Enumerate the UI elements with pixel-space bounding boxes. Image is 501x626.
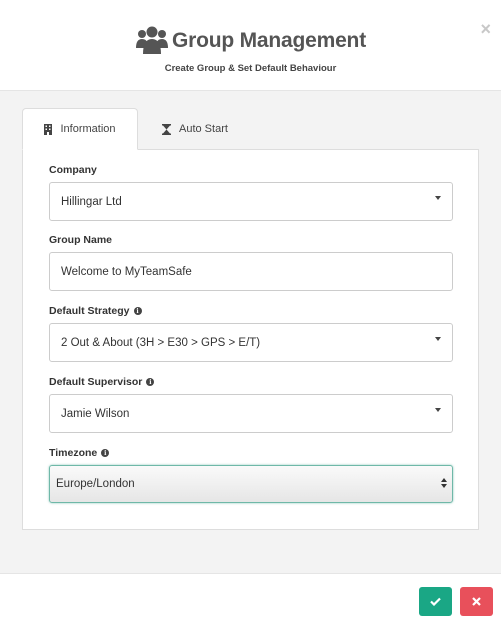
building-icon (44, 123, 53, 135)
company-select[interactable]: Hillingar Ltd (49, 182, 453, 221)
info-icon[interactable]: i (101, 449, 110, 457)
tab-bar: Information Auto Start (22, 108, 252, 150)
caret-down-icon (435, 196, 441, 200)
timezone-select[interactable]: Europe/London (49, 465, 453, 503)
group-name-value: Welcome to MyTeamSafe (61, 265, 192, 278)
cancel-button[interactable] (460, 587, 493, 616)
group-name-label: Group Name (49, 234, 113, 246)
title-row: Group Management (0, 24, 501, 58)
default-supervisor-select[interactable]: Jamie Wilson (49, 394, 453, 433)
tab-information-label: Information (60, 123, 116, 135)
page-title: Group Management (172, 29, 366, 52)
tab-auto-start[interactable]: Auto Start (138, 108, 252, 150)
up-down-arrows-icon (441, 478, 447, 488)
times-icon (472, 597, 481, 606)
timezone-label: Timezone i (49, 447, 110, 459)
tab-information[interactable]: Information (22, 108, 138, 150)
page-subtitle: Create Group & Set Default Behaviour (164, 63, 337, 74)
default-strategy-value: 2 Out & About (3H > E30 > GPS > E/T) (61, 336, 261, 349)
tab-auto-start-label: Auto Start (179, 123, 228, 135)
default-strategy-label: Default Strategy i (49, 305, 142, 317)
info-icon[interactable]: i (133, 307, 142, 315)
info-icon[interactable]: i (146, 378, 155, 386)
caret-down-icon (435, 408, 441, 412)
default-supervisor-value: Jamie Wilson (61, 407, 130, 420)
company-label: Company (49, 164, 97, 176)
caret-down-icon (435, 337, 441, 341)
modal-header: × Group Management Create Group & Set De… (0, 0, 501, 91)
users-icon (136, 26, 168, 54)
default-strategy-select[interactable]: 2 Out & About (3H > E30 > GPS > E/T) (49, 323, 453, 362)
confirm-button[interactable] (419, 587, 452, 616)
hourglass-icon (162, 123, 171, 135)
group-name-input[interactable]: Welcome to MyTeamSafe (49, 252, 453, 291)
timezone-value: Europe/London (56, 478, 135, 490)
default-supervisor-label: Default Supervisor i (49, 376, 155, 388)
company-value: Hillingar Ltd (61, 195, 122, 208)
check-icon (430, 597, 441, 606)
